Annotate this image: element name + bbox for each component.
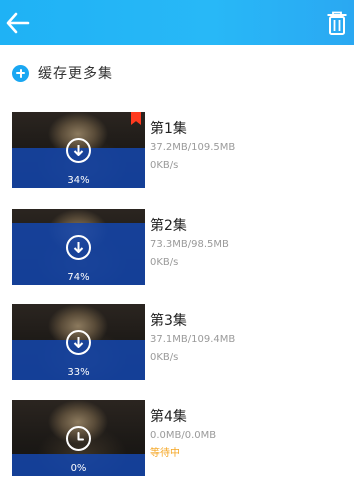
download-size: 37.2MB/109.5MB xyxy=(150,142,236,153)
download-status-button[interactable] xyxy=(66,330,91,355)
download-speed: 0KB/s xyxy=(150,352,179,363)
progress-percent: 33% xyxy=(67,367,90,378)
download-status-button[interactable] xyxy=(66,235,91,260)
download-arrow-icon xyxy=(73,242,84,253)
cache-more-button[interactable]: 缓存更多集 xyxy=(12,62,113,84)
arrow-left-icon xyxy=(6,12,30,34)
download-item[interactable]: 33% 第3集 37.1MB/109.4MB 0KB/s xyxy=(12,304,342,380)
clock-icon xyxy=(77,432,84,441)
episode-title: 第3集 xyxy=(150,313,187,329)
episode-thumbnail: 33% xyxy=(12,304,145,380)
trash-icon xyxy=(327,11,347,35)
download-speed: 0KB/s xyxy=(150,257,179,268)
episode-title: 第1集 xyxy=(150,121,187,137)
download-arrow-icon xyxy=(73,145,84,156)
download-item[interactable]: 0% 第4集 0.0MB/0.0MB 等待中 xyxy=(12,400,342,476)
download-item[interactable]: 74% 第2集 73.3MB/98.5MB 0KB/s xyxy=(12,209,342,285)
download-size: 0.0MB/0.0MB xyxy=(150,430,217,441)
download-status-waiting: 等待中 xyxy=(150,448,180,459)
plus-circle-icon xyxy=(12,64,29,82)
episode-thumbnail: 0% xyxy=(12,400,145,476)
download-size: 73.3MB/98.5MB xyxy=(150,239,229,250)
download-size: 37.1MB/109.4MB xyxy=(150,334,236,345)
episode-title: 第4集 xyxy=(150,409,187,425)
episode-title: 第2集 xyxy=(150,218,187,234)
delete-button[interactable] xyxy=(326,11,348,36)
episode-thumbnail: 74% xyxy=(12,209,145,285)
download-arrow-icon xyxy=(73,337,84,348)
back-button[interactable] xyxy=(5,11,31,35)
download-item[interactable]: 34% 第1集 37.2MB/109.5MB 0KB/s xyxy=(12,112,342,188)
cache-more-label: 缓存更多集 xyxy=(38,66,113,82)
download-status-button[interactable] xyxy=(66,138,91,163)
progress-percent: 0% xyxy=(70,463,87,474)
progress-percent: 74% xyxy=(67,272,90,283)
progress-percent: 34% xyxy=(67,175,90,186)
top-app-bar xyxy=(0,0,354,45)
download-status-button[interactable] xyxy=(66,426,91,451)
download-speed: 0KB/s xyxy=(150,160,179,171)
episode-thumbnail: 34% xyxy=(12,112,145,188)
bookmark-icon xyxy=(131,112,141,125)
